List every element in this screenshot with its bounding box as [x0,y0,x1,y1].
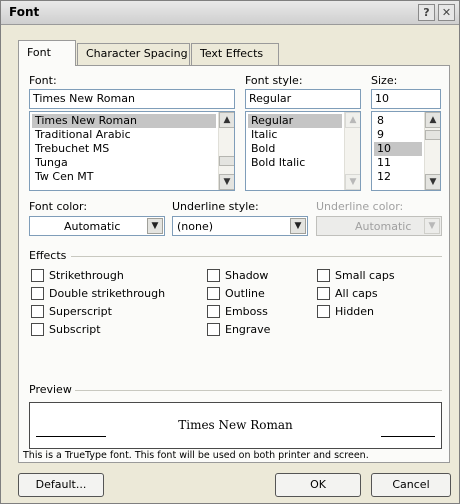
chevron-down-icon[interactable]: ▼ [290,218,306,234]
chevron-up-icon: ▲ [345,112,360,128]
font-label: Font: [29,74,57,87]
underline-style-label: Underline style: [172,200,259,213]
size-list-item[interactable]: 8 [374,114,384,128]
effects-label: Effects [29,249,67,262]
hidden-label: Hidden [335,305,375,318]
ok-button[interactable]: OK [275,473,361,497]
emboss-label: Emboss [225,305,268,318]
chevron-down-icon: ▼ [345,174,360,190]
tab-character-spacing-label: Character Spacing [86,47,188,60]
chevron-down-icon[interactable]: ▼ [219,174,234,190]
all-caps-label: All caps [335,287,378,300]
preview-underline-left [36,436,106,437]
subscript-checkbox[interactable] [31,323,44,336]
chevron-up-icon[interactable]: ▲ [219,112,234,128]
shadow-label: Shadow [225,269,269,282]
cancel-button[interactable]: Cancel [371,473,451,497]
strikethrough-label: Strikethrough [49,269,124,282]
window-title: Font [9,5,40,19]
font-list-item[interactable]: Trebuchet MS [32,142,109,156]
tab-font-label: Font [27,46,51,59]
preview-underline-right [381,436,435,437]
outline-checkbox[interactable] [207,287,220,300]
small-caps-checkbox[interactable] [317,269,330,282]
default-button[interactable]: Default... [18,473,104,497]
size-list-scrollbar[interactable]: ▲ ▼ [424,112,440,190]
tab-font[interactable]: Font [18,40,76,66]
font-list-item[interactable]: Traditional Arabic [32,128,131,142]
hidden-checkbox[interactable] [317,305,330,318]
effects-divider [71,256,442,257]
font-style-list-item[interactable]: Italic [248,128,277,142]
preview-note: This is a TrueType font. This font will … [23,450,369,461]
underline-color-value: Automatic [355,220,412,233]
font-list-item[interactable]: Tw Cen MT [32,170,94,184]
preview-sample-text: Times New Roman [178,418,293,432]
preview-divider [75,390,442,391]
font-style-list-scrollbar: ▲ ▼ [344,112,360,190]
font-dialog: Font ? ✕ Font Character Spacing Text Eff… [0,0,460,504]
superscript-label: Superscript [49,305,112,318]
font-list-scrollbar[interactable]: ▲ ▼ [218,112,234,190]
font-list-scroll-thumb[interactable] [219,156,234,166]
font-color-select[interactable]: Automatic ▼ [29,216,165,236]
font-color-label: Font color: [29,200,88,213]
tab-text-effects-label: Text Effects [200,47,264,60]
underline-style-value: (none) [177,220,214,233]
font-style-list[interactable]: Regular Italic Bold Bold Italic ▲ ▼ [245,111,361,191]
chevron-down-icon[interactable]: ▼ [425,174,440,190]
font-color-value: Automatic [64,220,121,233]
underline-style-select[interactable]: (none) ▼ [172,216,308,236]
tab-text-effects[interactable]: Text Effects [191,43,279,65]
chevron-down-icon[interactable]: ▼ [147,218,163,234]
title-bar: Font ? ✕ [1,1,459,25]
font-style-input[interactable]: Regular [245,89,361,109]
emboss-checkbox[interactable] [207,305,220,318]
size-label: Size: [371,74,398,87]
chevron-up-icon[interactable]: ▲ [425,112,440,128]
font-style-list-item[interactable]: Regular [248,114,342,128]
double-strikethrough-checkbox[interactable] [31,287,44,300]
font-list[interactable]: Times New Roman Traditional Arabic Trebu… [29,111,235,191]
engrave-label: Engrave [225,323,271,336]
font-input[interactable]: Times New Roman [29,89,235,109]
font-list-item[interactable]: Tunga [32,156,68,170]
all-caps-checkbox[interactable] [317,287,330,300]
small-caps-label: Small caps [335,269,395,282]
superscript-checkbox[interactable] [31,305,44,318]
size-list-scroll-thumb[interactable] [425,130,440,140]
size-list-item[interactable]: 9 [374,128,384,142]
tab-character-spacing[interactable]: Character Spacing [77,43,190,65]
font-list-item[interactable]: Times New Roman [32,114,216,128]
font-style-list-item[interactable]: Bold [248,142,275,156]
size-list[interactable]: 8 9 10 11 12 ▲ ▼ [371,111,441,191]
double-strikethrough-label: Double strikethrough [49,287,166,300]
outline-label: Outline [225,287,265,300]
engrave-checkbox[interactable] [207,323,220,336]
shadow-checkbox[interactable] [207,269,220,282]
font-tab-panel: Font: Times New Roman Times New Roman Tr… [18,65,450,463]
strikethrough-checkbox[interactable] [31,269,44,282]
close-button[interactable]: ✕ [438,4,455,21]
size-list-item[interactable]: 12 [374,170,391,184]
size-list-item[interactable]: 11 [374,156,391,170]
preview-label: Preview [29,383,72,396]
help-button[interactable]: ? [418,4,435,21]
preview-box: Times New Roman [29,402,442,449]
underline-color-label: Underline color: [316,200,404,213]
size-input[interactable]: 10 [371,89,441,109]
chevron-down-icon: ▼ [424,218,440,234]
font-style-label: Font style: [245,74,303,87]
underline-color-select: Automatic ▼ [316,216,442,236]
font-style-list-item[interactable]: Bold Italic [248,156,305,170]
size-list-item[interactable]: 10 [374,142,422,156]
subscript-label: Subscript [49,323,101,336]
